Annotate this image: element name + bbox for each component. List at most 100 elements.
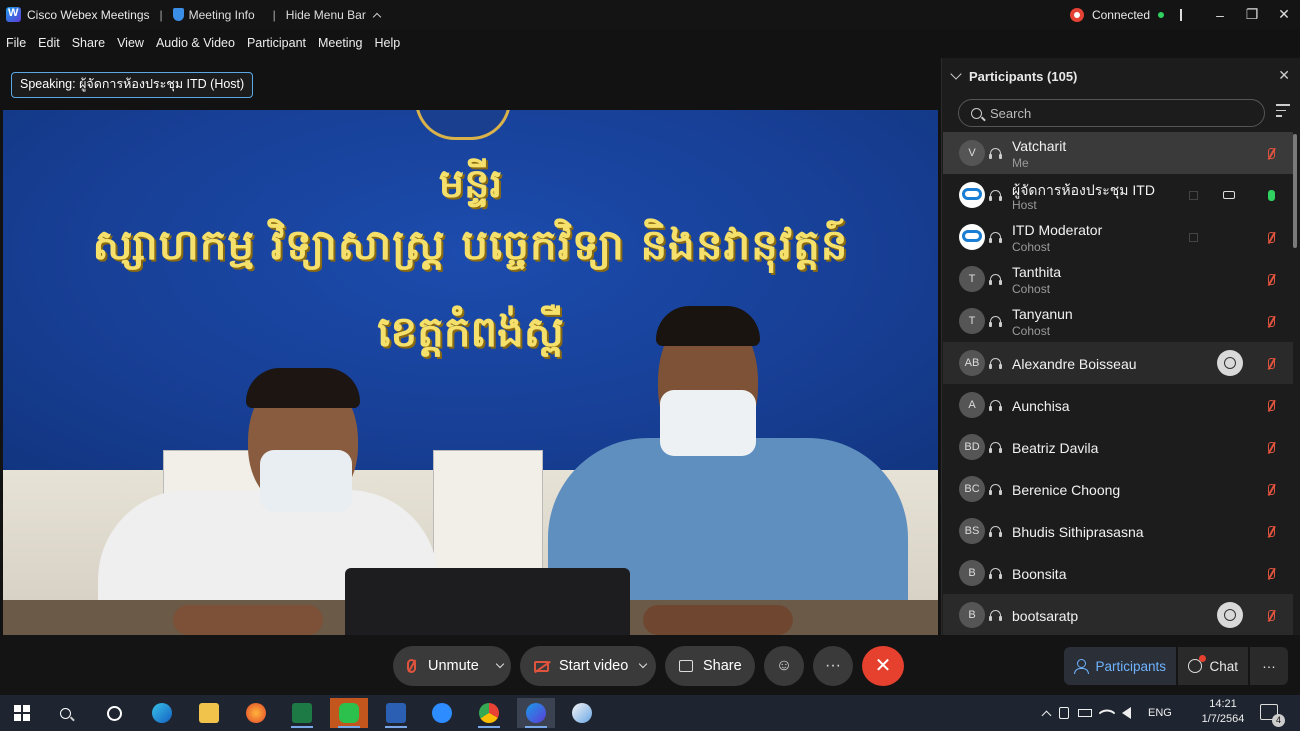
file-explorer-app[interactable] — [190, 698, 228, 728]
menu-audio-video[interactable]: Audio & Video — [156, 36, 235, 50]
meeting-controls: Unmute Start video Share ☺ ··· ✕ Partici… — [0, 635, 1300, 695]
mic-on-icon[interactable] — [1268, 189, 1275, 201]
panel-more-button[interactable]: ··· — [1250, 647, 1288, 685]
menu-help[interactable]: Help — [374, 36, 400, 50]
avatar: AB — [959, 350, 985, 376]
list-item[interactable]: ผู้จัดการห้องประชุม ITD Host — [943, 174, 1293, 216]
menu-participant[interactable]: Participant — [247, 36, 306, 50]
task-view-button[interactable] — [95, 698, 133, 728]
more-options-button[interactable]: ··· — [813, 646, 853, 686]
unmute-button[interactable]: Unmute — [393, 646, 511, 686]
sort-icon[interactable] — [1276, 104, 1290, 120]
mic-muted-icon[interactable] — [1268, 483, 1275, 495]
chevron-up-icon[interactable] — [1041, 710, 1052, 720]
participant-name: Tanyanun — [1012, 306, 1073, 322]
app-name: Cisco Webex Meetings — [27, 7, 150, 22]
speaking-indicator: Speaking: ผู้จัดการห้องประชุม ITD (Host) — [11, 72, 254, 98]
list-item[interactable]: A Aunchisa — [943, 384, 1293, 426]
chat-tab-label: Chat — [1209, 658, 1238, 674]
mic-muted-icon[interactable] — [1268, 441, 1275, 453]
participant-name: Aunchisa — [1012, 398, 1070, 414]
participant-search-input[interactable]: Search — [958, 99, 1265, 127]
list-item[interactable]: BC Berenice Choong — [943, 468, 1293, 510]
taskbar-search-button[interactable] — [50, 698, 88, 728]
list-item[interactable]: B Boonsita — [943, 552, 1293, 594]
participant-role: Me — [1012, 156, 1029, 170]
mic-muted-icon[interactable] — [1268, 357, 1275, 369]
title-bar: Cisco Webex Meetings | Meeting Info | Hi… — [0, 0, 1300, 29]
minimize-button[interactable]: – — [1204, 7, 1236, 23]
menu-file[interactable]: File — [6, 36, 26, 50]
battery-icon[interactable] — [1078, 709, 1092, 717]
chevron-down-icon[interactable] — [495, 659, 505, 669]
reactions-button[interactable]: ☺ — [764, 646, 804, 686]
list-item[interactable]: BS Bhudis Sithiprasasna — [943, 510, 1293, 552]
headset-icon — [989, 273, 1001, 285]
line-app[interactable] — [330, 698, 368, 728]
start-video-button[interactable]: Start video — [520, 646, 656, 686]
volume-icon[interactable] — [1122, 707, 1131, 719]
edge-app[interactable] — [143, 698, 181, 728]
headset-icon — [989, 441, 1001, 453]
menu-edit[interactable]: Edit — [38, 36, 60, 50]
share-icon — [1189, 190, 1198, 200]
mic-muted-icon[interactable] — [1268, 567, 1275, 579]
firefox-app[interactable] — [237, 698, 275, 728]
list-item[interactable]: T Tanyanun Cohost — [943, 300, 1293, 342]
mic-muted-icon[interactable] — [1268, 609, 1275, 621]
start-button[interactable] — [3, 698, 41, 728]
app-title: Cisco Webex Meetings — [0, 7, 150, 22]
list-item[interactable]: BD Beatriz Davila — [943, 426, 1293, 468]
start-video-label: Start video — [559, 658, 629, 674]
clock[interactable]: 14:21 1/7/2564 — [1195, 697, 1251, 727]
chat-bubble-icon[interactable] — [1217, 350, 1243, 376]
close-button[interactable]: ✕ — [1268, 6, 1300, 23]
menu-meeting[interactable]: Meeting — [318, 36, 362, 50]
avatar: T — [959, 266, 985, 292]
paint-app[interactable] — [563, 698, 601, 728]
mic-muted-icon[interactable] — [1268, 399, 1275, 411]
mic-muted-icon[interactable] — [1268, 525, 1275, 537]
participants-header[interactable]: Participants (105) — [942, 58, 1300, 94]
participants-tab[interactable]: Participants — [1064, 647, 1176, 685]
active-speaker-video[interactable]: មន្ទីរ ស្សាហកម្ម វិទ្យាសាស្ត្រ បច្ចេកវិទ… — [3, 110, 938, 635]
chevron-up-icon — [372, 12, 382, 21]
device-icon[interactable] — [1059, 707, 1069, 719]
mic-muted-icon[interactable] — [1268, 315, 1275, 327]
zoom-app[interactable] — [423, 698, 461, 728]
excel-app[interactable] — [283, 698, 321, 728]
mic-muted-icon[interactable] — [1268, 231, 1275, 243]
wifi-icon[interactable] — [1098, 704, 1116, 722]
mic-muted-icon[interactable] — [1268, 273, 1275, 285]
chrome-app[interactable] — [470, 698, 508, 728]
list-item[interactable]: T Tanthita Cohost — [943, 258, 1293, 300]
participant-list-scrollbar[interactable] — [1293, 134, 1297, 248]
hide-menu-bar-button[interactable]: Hide Menu Bar — [286, 8, 382, 22]
language-indicator[interactable]: ENG — [1148, 707, 1172, 719]
webex-app[interactable] — [517, 698, 555, 728]
list-item[interactable]: B bootsaratp — [943, 594, 1293, 635]
mic-muted-icon[interactable] — [1268, 147, 1275, 159]
list-item[interactable]: ITD Moderator Cohost — [943, 216, 1293, 258]
hands-image — [643, 605, 793, 635]
laptop-image — [345, 568, 630, 635]
restore-button[interactable]: ❐ — [1236, 6, 1268, 23]
end-meeting-button[interactable]: ✕ — [862, 646, 904, 686]
share-button[interactable]: Share — [665, 646, 755, 686]
menu-view[interactable]: View — [117, 36, 144, 50]
menu-bar: File Edit Share View Audio & Video Parti… — [0, 29, 940, 57]
word-app[interactable] — [377, 698, 415, 728]
banner-line-2: ស្សាហកម្ម វិទ្យាសាស្ត្រ បច្ចេកវិទ្យា និង… — [92, 220, 849, 269]
chat-bubble-icon[interactable] — [1217, 602, 1243, 628]
itd-logo-avatar — [959, 182, 985, 208]
chevron-down-icon[interactable] — [639, 659, 648, 669]
chat-tab[interactable]: Chat — [1178, 647, 1248, 685]
menu-share[interactable]: Share — [72, 36, 105, 50]
avatar: BS — [959, 518, 985, 544]
list-item[interactable]: AB Alexandre Boisseau — [943, 342, 1293, 384]
participant-role: Cohost — [1012, 282, 1051, 296]
close-panel-button[interactable]: ✕ — [1278, 67, 1290, 84]
meeting-info-button[interactable]: Meeting Info — [172, 8, 255, 22]
list-item[interactable]: V Vatcharit Me — [943, 132, 1293, 174]
participant-name: Vatcharit — [1012, 138, 1067, 154]
